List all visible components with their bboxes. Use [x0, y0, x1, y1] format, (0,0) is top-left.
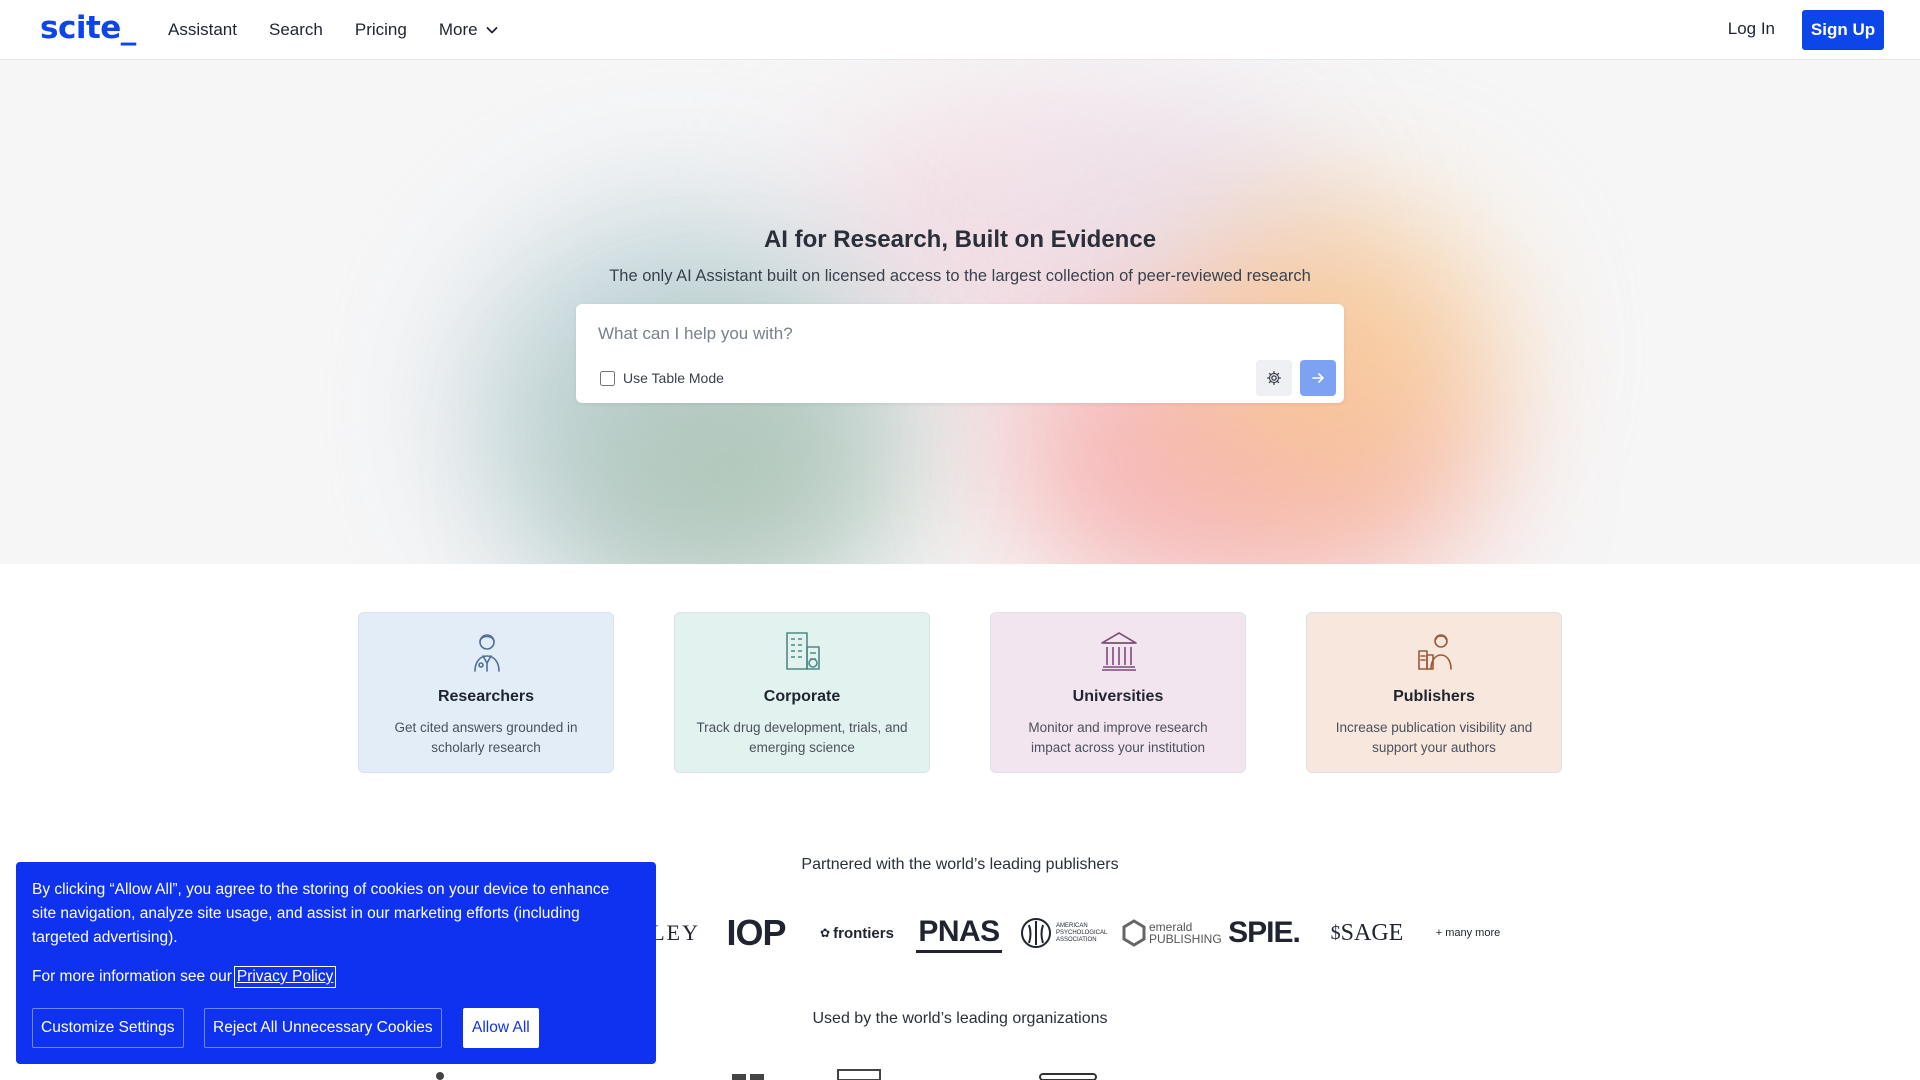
- emerald-wordmark: emerald PUBLISHING: [1149, 920, 1222, 946]
- arrow-right-icon: [1312, 373, 1324, 383]
- partners-many-more: + many more: [1435, 927, 1501, 939]
- gear-icon: [1267, 371, 1281, 385]
- sage-mark-icon: $: [1330, 921, 1341, 944]
- signup-button[interactable]: Sign Up: [1802, 10, 1884, 50]
- apa-mark-icon: [1021, 918, 1051, 948]
- table-mode-toggle[interactable]: Use Table Mode: [600, 370, 724, 386]
- cookie-more-prefix: For more information see our: [32, 968, 232, 985]
- emerald-mark-icon: [1122, 919, 1146, 947]
- sage-wordmark: SAGE: [1340, 919, 1404, 946]
- card-title: Researchers: [437, 688, 535, 705]
- partner-logo-apa: AMERICAN PSYCHOLOGICAL ASSOCIATION: [1020, 910, 1108, 956]
- nav-pricing[interactable]: Pricing: [355, 20, 407, 40]
- main-nav: Assistant Search Pricing More: [168, 0, 500, 60]
- frontiers-mark-icon: ✿: [820, 926, 831, 940]
- chevron-down-icon: [486, 27, 497, 34]
- cookie-consent-banner: By clicking “Allow All”, you agree to th…: [16, 862, 656, 1064]
- partner-logo-pnas: PNAS: [916, 913, 1002, 953]
- nav-more-label: More: [438, 20, 478, 39]
- partner-logo-emerald: emerald PUBLISHING: [1122, 910, 1222, 956]
- nav-more[interactable]: More: [439, 20, 500, 40]
- card-description: Increase publication visibility and supp…: [1335, 720, 1533, 755]
- cookie-more-info: For more information see our Privacy Pol…: [32, 966, 337, 988]
- top-nav-bar: scite_ Assistant Search Pricing More Log…: [0, 0, 1920, 60]
- audience-card-publishers[interactable]: Publishers Increase publication visibili…: [1306, 612, 1562, 773]
- card-title: Universities: [1072, 688, 1164, 705]
- partner-logo-spie: SPIE.: [1228, 916, 1301, 949]
- frontiers-wordmark: frontiers: [833, 924, 894, 942]
- cookie-message: By clicking “Allow All”, you agree to th…: [32, 881, 610, 946]
- assistant-prompt-input[interactable]: [598, 320, 1298, 348]
- publisher-icon: [1418, 634, 1452, 670]
- assistant-prompt-box: Use Table Mode: [576, 304, 1344, 403]
- partner-logo-sage: $ SAGE: [1324, 910, 1410, 956]
- card-title: Corporate: [763, 688, 841, 705]
- settings-button[interactable]: [1256, 360, 1292, 396]
- nav-assistant[interactable]: Assistant: [168, 20, 237, 40]
- partner-logo-frontiers: ✿ frontiers: [812, 910, 902, 956]
- partner-logo-iop: IOP: [726, 912, 786, 953]
- reject-cookies-button[interactable]: Reject All Unnecessary Cookies: [204, 1008, 442, 1048]
- org-logos-strip: [436, 1069, 1097, 1080]
- card-description: Get cited answers grounded in scholarly …: [394, 720, 578, 755]
- university-icon: [1101, 632, 1137, 671]
- hero-title: AI for Research, Built on Evidence: [763, 226, 1157, 253]
- audience-card-researchers[interactable]: Researchers Get cited answers grounded i…: [358, 612, 614, 773]
- card-description: Track drug development, trials, and emer…: [696, 720, 908, 755]
- scite-logo[interactable]: scite_: [40, 10, 136, 46]
- allow-all-button[interactable]: Allow All: [463, 1008, 539, 1048]
- hero-subtitle: The only AI Assistant built on licensed …: [609, 267, 1311, 285]
- login-link[interactable]: Log In: [1728, 19, 1775, 39]
- corporate-icon: [786, 632, 820, 670]
- send-button[interactable]: [1300, 360, 1336, 396]
- apa-wordmark: AMERICAN PSYCHOLOGICAL ASSOCIATION: [1056, 922, 1108, 943]
- nav-search[interactable]: Search: [269, 20, 323, 40]
- table-mode-label: Use Table Mode: [623, 370, 724, 386]
- card-title: Publishers: [1393, 688, 1475, 705]
- hero-section: AI for Research, Built on Evidence The o…: [0, 60, 1920, 564]
- customize-settings-button[interactable]: Customize Settings: [32, 1008, 184, 1048]
- table-mode-checkbox[interactable]: [600, 370, 615, 386]
- audience-card-universities[interactable]: Universities Monitor and improve researc…: [990, 612, 1246, 773]
- researcher-icon: [474, 634, 500, 672]
- audience-card-corporate[interactable]: Corporate Track drug development, trials…: [674, 612, 930, 773]
- privacy-policy-link[interactable]: Privacy Policy: [233, 966, 337, 988]
- card-description: Monitor and improve research impact acro…: [1028, 720, 1208, 755]
